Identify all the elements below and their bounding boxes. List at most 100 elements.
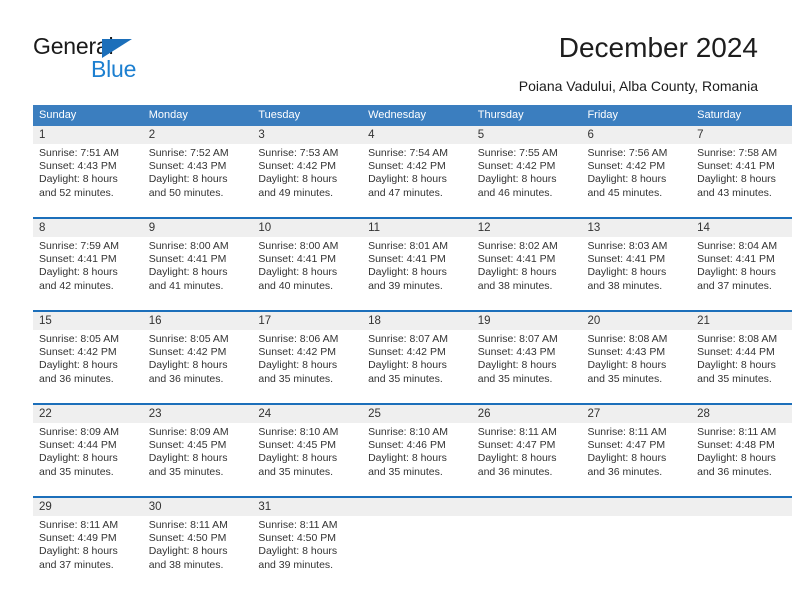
calendar-page: General Blue December 2024 Poiana Vadulu…: [0, 0, 792, 612]
day-cell[interactable]: Sunrise: 7:58 AM Sunset: 4:41 PM Dayligh…: [691, 144, 792, 218]
day-cell[interactable]: Sunrise: 8:09 AM Sunset: 4:45 PM Dayligh…: [142, 423, 253, 497]
day-cell[interactable]: Sunrise: 8:11 AM Sunset: 4:47 PM Dayligh…: [581, 423, 692, 497]
sunrise-text: Sunrise: 8:01 AM: [368, 240, 449, 252]
sunset-text: Sunset: 4:42 PM: [39, 346, 117, 359]
day-number[interactable]: 18: [362, 310, 472, 330]
day-cell[interactable]: Sunrise: 7:56 AM Sunset: 4:42 PM Dayligh…: [581, 144, 692, 218]
day-cell[interactable]: Sunrise: 8:02 AM Sunset: 4:41 PM Dayligh…: [471, 237, 582, 311]
day-number[interactable]: 21: [691, 310, 792, 330]
day-cell[interactable]: Sunrise: 8:04 AM Sunset: 4:41 PM Dayligh…: [691, 237, 792, 311]
day-number[interactable]: 11: [362, 217, 472, 237]
day-cell[interactable]: Sunrise: 7:54 AM Sunset: 4:42 PM Dayligh…: [362, 144, 472, 218]
day-number[interactable]: 10: [252, 217, 363, 237]
day-cell[interactable]: Sunrise: 7:51 AM Sunset: 4:43 PM Dayligh…: [33, 144, 143, 218]
week-3-daynumbers: 15 16 17 18 19 20 21: [33, 310, 792, 330]
daylight-text-line1: Daylight: 8 hours: [368, 173, 447, 186]
daylight-text-line2: and 35 minutes.: [148, 465, 224, 478]
daylight-text-line1: Daylight: 8 hours: [258, 359, 338, 372]
daylight-text-line2: and 37 minutes.: [39, 558, 114, 571]
daylight-text-line1: Daylight: 8 hours: [477, 173, 557, 186]
day-number[interactable]: 3: [252, 126, 363, 144]
day-cell[interactable]: Sunrise: 8:08 AM Sunset: 4:44 PM Dayligh…: [691, 330, 792, 404]
day-cell[interactable]: Sunrise: 8:03 AM Sunset: 4:41 PM Dayligh…: [581, 237, 692, 311]
day-cell[interactable]: Sunrise: 8:01 AM Sunset: 4:41 PM Dayligh…: [362, 237, 472, 311]
day-number-empty: [471, 496, 582, 516]
day-number[interactable]: 14: [691, 217, 792, 237]
day-number[interactable]: 13: [581, 217, 692, 237]
day-cell[interactable]: Sunrise: 7:59 AM Sunset: 4:41 PM Dayligh…: [33, 237, 143, 311]
sunrise-text: Sunrise: 8:10 AM: [258, 426, 339, 438]
day-cell[interactable]: Sunrise: 8:10 AM Sunset: 4:45 PM Dayligh…: [252, 423, 363, 497]
daylight-text-line1: Daylight: 8 hours: [258, 545, 338, 558]
day-number[interactable]: 30: [142, 496, 253, 516]
day-cell[interactable]: Sunrise: 8:09 AM Sunset: 4:44 PM Dayligh…: [33, 423, 143, 497]
week-5-daynumbers: 29 30 31: [33, 496, 792, 516]
day-cell[interactable]: Sunrise: 7:52 AM Sunset: 4:43 PM Dayligh…: [142, 144, 253, 218]
day-number[interactable]: 12: [471, 217, 582, 237]
sunset-text: Sunset: 4:49 PM: [39, 532, 117, 545]
day-number[interactable]: 23: [142, 403, 253, 423]
day-cell[interactable]: Sunrise: 8:00 AM Sunset: 4:41 PM Dayligh…: [142, 237, 253, 311]
daylight-text-line1: Daylight: 8 hours: [148, 545, 228, 558]
sunset-text: Sunset: 4:41 PM: [477, 253, 556, 266]
day-number[interactable]: 4: [362, 126, 472, 144]
day-number[interactable]: 31: [252, 496, 363, 516]
sunset-text: Sunset: 4:42 PM: [477, 160, 556, 173]
day-number[interactable]: 26: [471, 403, 582, 423]
daylight-text-line2: and 49 minutes.: [258, 186, 334, 199]
week-3-details: Sunrise: 8:05 AM Sunset: 4:42 PM Dayligh…: [33, 330, 792, 404]
day-cell[interactable]: Sunrise: 8:05 AM Sunset: 4:42 PM Dayligh…: [142, 330, 253, 404]
daylight-text-line1: Daylight: 8 hours: [477, 359, 557, 372]
sunrise-text: Sunrise: 8:11 AM: [477, 426, 557, 438]
day-number[interactable]: 25: [362, 403, 472, 423]
sunset-text: Sunset: 4:42 PM: [258, 346, 337, 359]
day-cell[interactable]: Sunrise: 8:11 AM Sunset: 4:49 PM Dayligh…: [33, 516, 143, 589]
day-number[interactable]: 1: [33, 126, 143, 144]
day-cell[interactable]: Sunrise: 8:11 AM Sunset: 4:47 PM Dayligh…: [471, 423, 582, 497]
day-number[interactable]: 6: [581, 126, 692, 144]
day-number[interactable]: 27: [581, 403, 692, 423]
weekday-header-saturday: Saturday: [691, 105, 792, 126]
day-cell[interactable]: Sunrise: 8:08 AM Sunset: 4:43 PM Dayligh…: [581, 330, 692, 404]
daylight-text-line1: Daylight: 8 hours: [39, 545, 118, 558]
day-number[interactable]: 24: [252, 403, 363, 423]
week-1-details: Sunrise: 7:51 AM Sunset: 4:43 PM Dayligh…: [33, 144, 792, 218]
daylight-text-line2: and 52 minutes.: [39, 186, 114, 199]
day-number[interactable]: 28: [691, 403, 792, 423]
day-cell[interactable]: Sunrise: 8:11 AM Sunset: 4:48 PM Dayligh…: [691, 423, 792, 497]
day-cell[interactable]: Sunrise: 8:11 AM Sunset: 4:50 PM Dayligh…: [142, 516, 253, 589]
daylight-text-line1: Daylight: 8 hours: [148, 359, 228, 372]
sunrise-text: Sunrise: 8:11 AM: [258, 519, 338, 531]
day-cell[interactable]: Sunrise: 7:55 AM Sunset: 4:42 PM Dayligh…: [471, 144, 582, 218]
day-number[interactable]: 20: [581, 310, 692, 330]
day-number[interactable]: 22: [33, 403, 143, 423]
daylight-text-line2: and 43 minutes.: [697, 186, 772, 199]
day-number[interactable]: 2: [142, 126, 253, 144]
weekday-header-wednesday: Wednesday: [362, 105, 472, 126]
sunrise-text: Sunrise: 8:10 AM: [368, 426, 449, 438]
day-cell[interactable]: Sunrise: 8:05 AM Sunset: 4:42 PM Dayligh…: [33, 330, 143, 404]
day-number[interactable]: 5: [471, 126, 582, 144]
day-number[interactable]: 19: [471, 310, 582, 330]
day-number[interactable]: 7: [691, 126, 792, 144]
day-cell[interactable]: Sunrise: 8:07 AM Sunset: 4:42 PM Dayligh…: [362, 330, 472, 404]
day-number[interactable]: 9: [142, 217, 253, 237]
day-cell[interactable]: Sunrise: 8:10 AM Sunset: 4:46 PM Dayligh…: [362, 423, 472, 497]
day-cell[interactable]: Sunrise: 8:07 AM Sunset: 4:43 PM Dayligh…: [471, 330, 582, 404]
day-number[interactable]: 16: [142, 310, 253, 330]
day-cell[interactable]: Sunrise: 8:00 AM Sunset: 4:41 PM Dayligh…: [252, 237, 363, 311]
sunrise-text: Sunrise: 7:54 AM: [368, 147, 449, 159]
day-number[interactable]: 15: [33, 310, 143, 330]
sunrise-text: Sunrise: 8:02 AM: [477, 240, 558, 252]
sunrise-text: Sunrise: 8:03 AM: [587, 240, 668, 252]
daylight-text-line1: Daylight: 8 hours: [368, 452, 447, 465]
day-number[interactable]: 8: [33, 217, 143, 237]
day-number[interactable]: 29: [33, 496, 143, 516]
day-cell[interactable]: Sunrise: 8:06 AM Sunset: 4:42 PM Dayligh…: [252, 330, 363, 404]
day-cell[interactable]: Sunrise: 7:53 AM Sunset: 4:42 PM Dayligh…: [252, 144, 363, 218]
daylight-text-line1: Daylight: 8 hours: [258, 266, 338, 279]
sunset-text: Sunset: 4:45 PM: [148, 439, 227, 452]
sunset-text: Sunset: 4:41 PM: [39, 253, 117, 266]
day-number[interactable]: 17: [252, 310, 363, 330]
day-cell[interactable]: Sunrise: 8:11 AM Sunset: 4:50 PM Dayligh…: [252, 516, 363, 589]
